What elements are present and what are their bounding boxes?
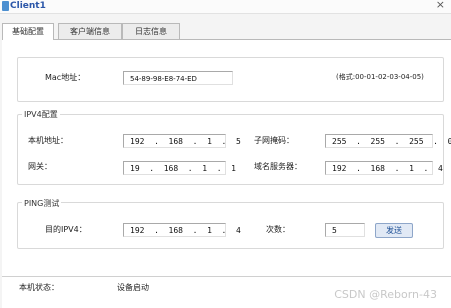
local-ip-field[interactable]: 192 . 168 . 1 . 5 (123, 134, 241, 148)
subnet-mask-field[interactable]: 255 . 255 . 255 . 0 (325, 134, 451, 148)
status-value: 设备启动 (117, 283, 149, 292)
app-icon (2, 1, 9, 11)
gateway-field[interactable]: 19 . 168 . 1 . 1 (123, 161, 236, 175)
status-label: 本机状态： (19, 283, 59, 292)
mac-label: Mac地址： (45, 73, 86, 82)
dns-server-label: 域名服务器： (254, 162, 302, 171)
ipv4-group-title: IPV4配置 (22, 109, 60, 120)
close-icon[interactable]: × (436, 0, 445, 12)
ping-group-title: PING测试 (22, 198, 62, 209)
window-title: Client1 (10, 1, 46, 11)
send-button[interactable]: 发送 (375, 223, 413, 238)
tab-log-info[interactable]: 日志信息 (122, 23, 180, 39)
ping-group: 目的IPV4： 192 . 168 . 1 . 4 次数： 5 发送 (17, 202, 444, 249)
tab-client-info[interactable]: 客户端信息 (58, 23, 122, 39)
ping-count-label: 次数： (266, 225, 290, 234)
dns-server-field[interactable]: 192 . 168 . 1 . 4 (325, 161, 443, 175)
ping-count-field[interactable]: 5 (325, 223, 365, 237)
status-divider (2, 276, 451, 277)
ping-target-field[interactable]: 192 . 168 . 1 . 4 (123, 223, 241, 237)
mac-format-hint: (格式:00-01-02-03-04-05) (336, 73, 424, 81)
watermark-text: CSDN @Reborn-43 (334, 288, 437, 301)
title-bar: Client1 × (0, 0, 451, 14)
main-panel: Mac地址： 54-89-98-E8-74-ED (格式:00-01-02-03… (2, 39, 451, 308)
mac-address-field[interactable]: 54-89-98-E8-74-ED (123, 71, 233, 85)
mac-group: Mac地址： 54-89-98-E8-74-ED (格式:00-01-02-03… (17, 57, 444, 102)
ipv4-group: 本机地址： 192 . 168 . 1 . 5 子网掩码： 255 . 255 … (17, 114, 451, 185)
local-ip-label: 本机地址： (28, 136, 68, 145)
ping-target-label: 目的IPV4： (45, 225, 87, 234)
subnet-mask-label: 子网掩码： (254, 136, 294, 145)
gateway-label: 网关： (28, 162, 52, 171)
tab-basic-config[interactable]: 基础配置 (2, 23, 54, 40)
